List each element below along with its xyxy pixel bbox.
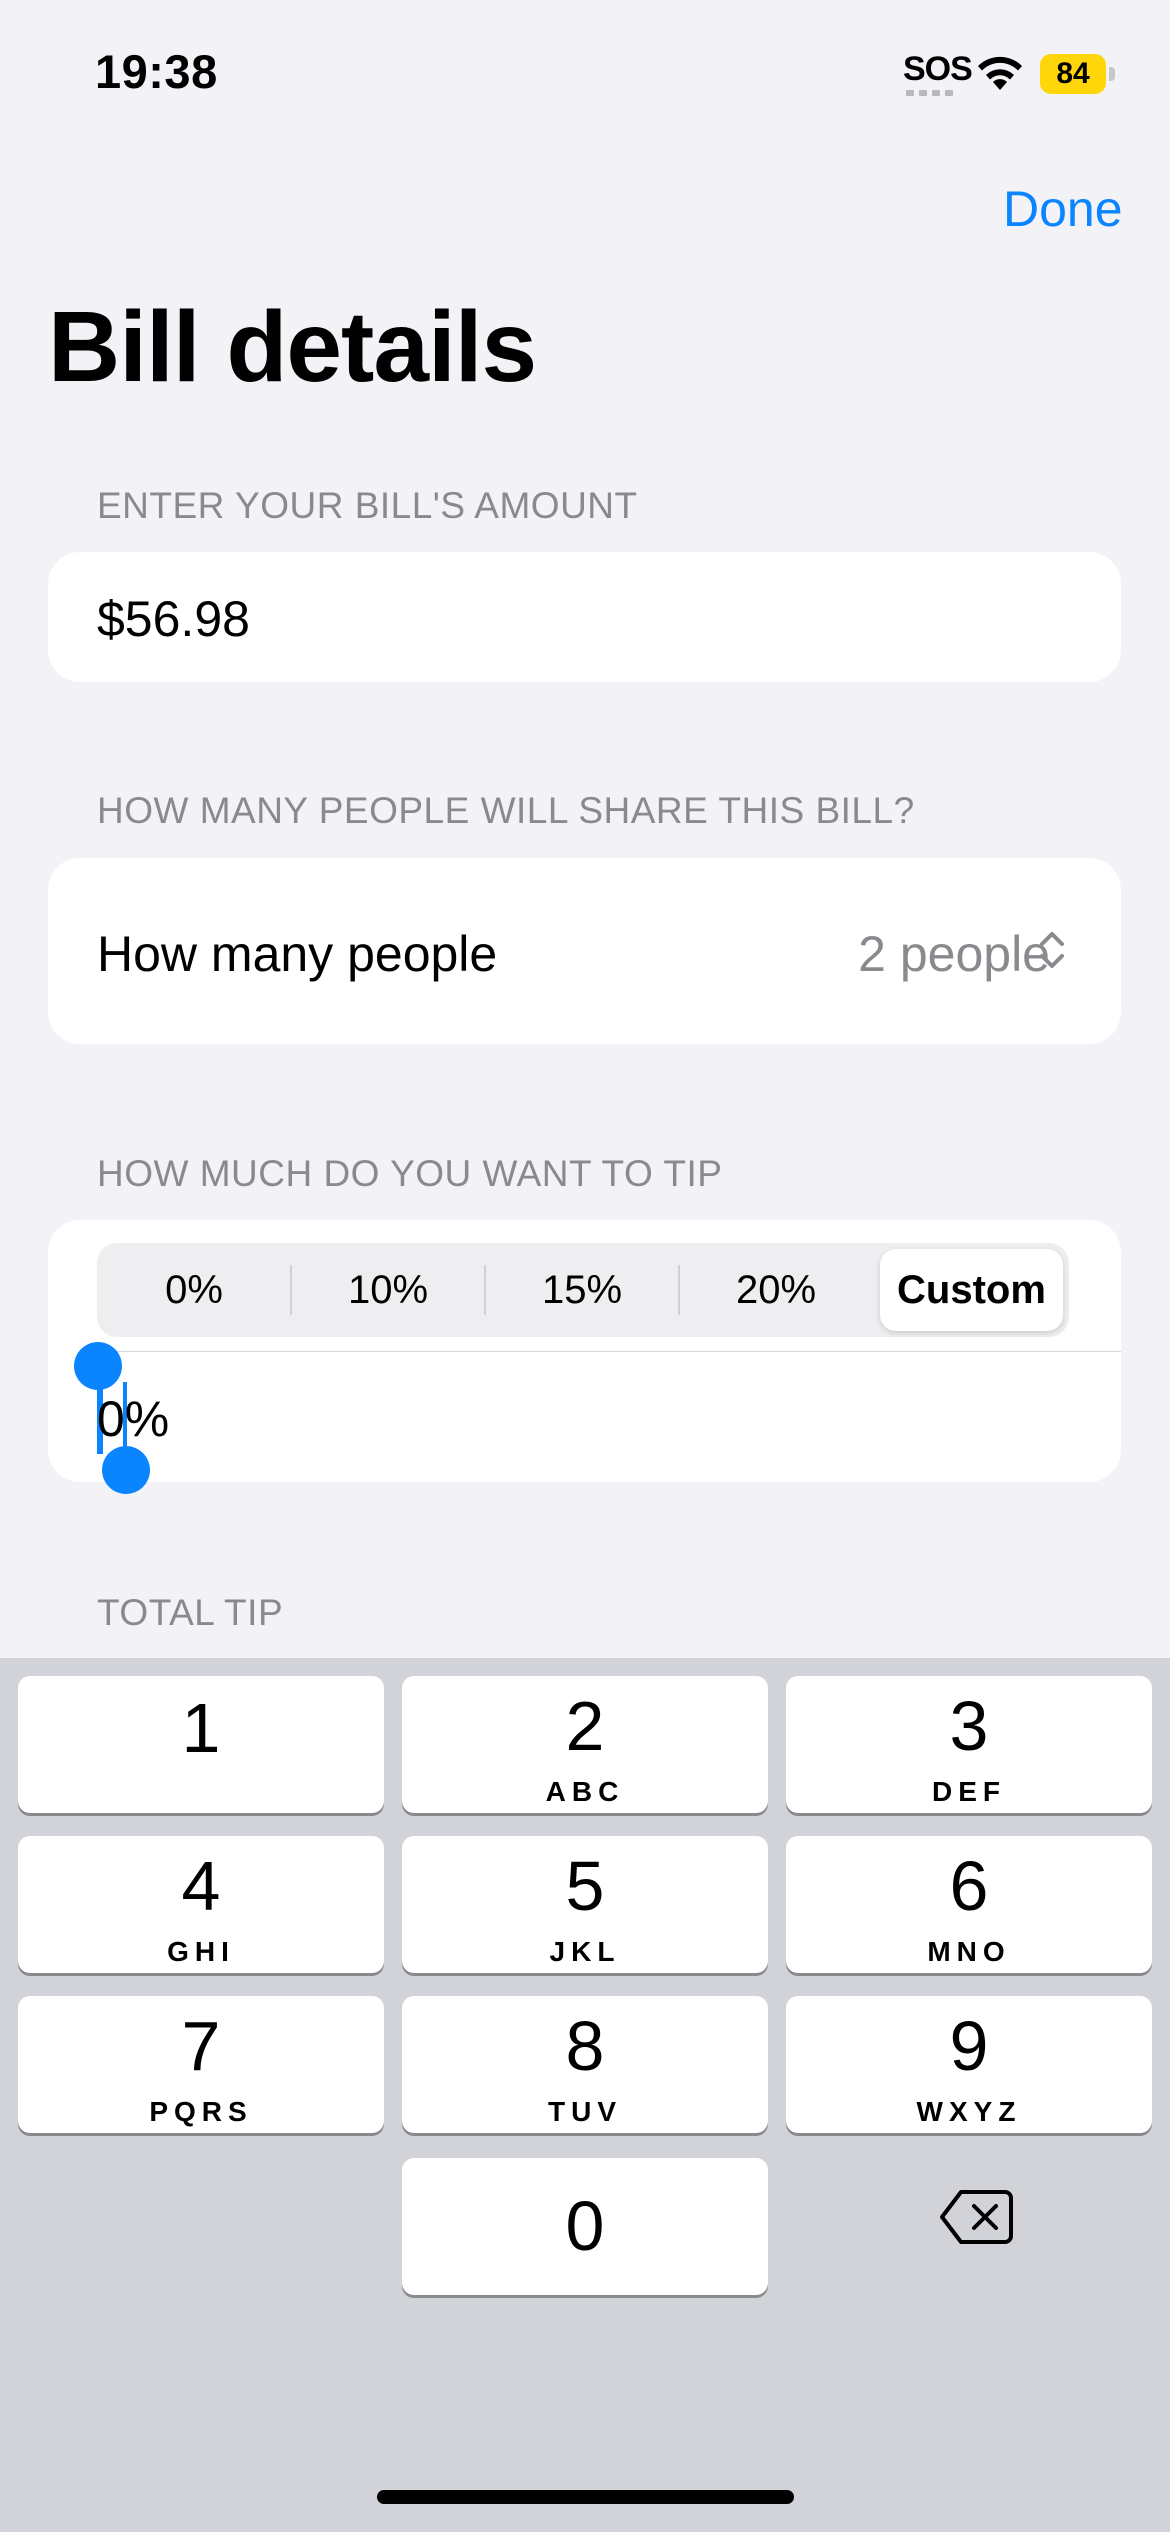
page-title: Bill details	[48, 291, 537, 403]
key-9-letters: WXYZ	[916, 2096, 1022, 2127]
battery-indicator: 84	[1040, 54, 1116, 94]
key-1-digit: 1	[181, 1689, 221, 1767]
key-7-letters: PQRS	[149, 2096, 253, 2127]
people-picker-value[interactable]: 2 people	[858, 925, 1050, 983]
key-7-digit: 7	[181, 2007, 221, 2085]
row-divider	[97, 1351, 1121, 1352]
segment-tip-15[interactable]: 15%	[485, 1243, 679, 1337]
key-2[interactable]: 2 ABC	[402, 1676, 768, 1813]
key-8-digit: 8	[565, 2007, 605, 2085]
key-6-digit: 6	[949, 1847, 989, 1925]
bill-amount-section-label: ENTER YOUR BILL'S AMOUNT	[97, 485, 638, 526]
key-6[interactable]: 6 MNO	[786, 1836, 1152, 1973]
tip-section-label: HOW MUCH DO YOU WANT TO TIP	[97, 1153, 723, 1194]
key-3-digit: 3	[949, 1687, 989, 1765]
battery-percentage: 84	[1056, 57, 1090, 90]
tip-segmented-control[interactable]: 0% 10% 15% 20% Custom	[97, 1243, 1069, 1337]
selection-handle-start[interactable]	[74, 1342, 122, 1390]
total-tip-section-label: TOTAL TIP	[97, 1592, 284, 1633]
signal-dots	[906, 90, 956, 96]
people-section-label: HOW MANY PEOPLE WILL SHARE THIS BILL?	[97, 790, 915, 831]
key-4[interactable]: 4 GHI	[18, 1836, 384, 1973]
bill-amount-value: $56.98	[97, 591, 250, 647]
key-5-letters: JKL	[549, 1936, 621, 1967]
segment-tip-20[interactable]: 20%	[679, 1243, 873, 1337]
key-5-digit: 5	[565, 1847, 605, 1925]
chevron-up-down-icon	[1040, 932, 1064, 968]
key-2-letters: ABC	[545, 1776, 625, 1807]
key-9-digit: 9	[949, 2007, 989, 2085]
wifi-icon	[978, 56, 1022, 90]
selection-handle-end[interactable]	[102, 1446, 150, 1494]
segment-tip-0[interactable]: 0%	[97, 1243, 291, 1337]
numeric-keyboard: 1 2 ABC 3 DEF 4 GHI 5 JKL 6 MNO 7 PQRS 8…	[0, 1658, 1170, 2532]
backspace-icon[interactable]	[939, 2188, 1013, 2246]
status-time: 19:38	[95, 45, 218, 98]
key-0-digit: 0	[565, 2187, 605, 2265]
key-2-digit: 2	[565, 1687, 605, 1765]
key-6-letters: MNO	[927, 1936, 1011, 1967]
key-0[interactable]: 0	[402, 2158, 768, 2295]
home-indicator[interactable]	[377, 2490, 794, 2504]
custom-tip-input[interactable]: 0%	[97, 1390, 169, 1448]
people-picker-label: How many people	[97, 926, 498, 982]
key-8[interactable]: 8 TUV	[402, 1996, 768, 2133]
done-button[interactable]: Done	[1003, 180, 1123, 238]
key-9[interactable]: 9 WXYZ	[786, 1996, 1152, 2133]
segment-tip-custom[interactable]: Custom	[880, 1243, 1063, 1337]
segment-tip-10[interactable]: 10%	[291, 1243, 485, 1337]
key-5[interactable]: 5 JKL	[402, 1836, 768, 1973]
key-1[interactable]: 1	[18, 1676, 384, 1813]
key-4-letters: GHI	[167, 1936, 235, 1967]
sos-indicator: SOS	[903, 50, 973, 88]
key-3-letters: DEF	[932, 1776, 1006, 1807]
key-8-letters: TUV	[548, 2096, 622, 2127]
key-3[interactable]: 3 DEF	[786, 1676, 1152, 1813]
key-7[interactable]: 7 PQRS	[18, 1996, 384, 2133]
key-4-digit: 4	[181, 1847, 221, 1925]
